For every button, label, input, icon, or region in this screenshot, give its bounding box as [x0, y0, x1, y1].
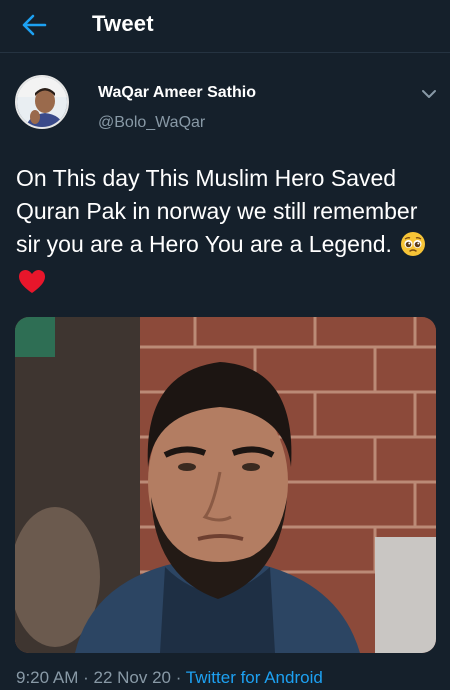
chevron-down-icon [422, 90, 436, 98]
avatar-photo [17, 77, 67, 127]
arrow-left-icon [22, 14, 47, 36]
page-title: Tweet [92, 11, 154, 36]
author-handle[interactable]: @Bolo_WaQar [98, 114, 205, 132]
pleading-face-emoji [400, 231, 426, 266]
tweet-image[interactable] [15, 317, 436, 653]
tweet-date: 22 Nov 20 [93, 668, 171, 687]
meta-separator: · [78, 668, 94, 687]
meta-separator: · [170, 668, 186, 687]
tweet-text: On This day This Muslim Hero Saved Quran… [16, 165, 418, 257]
top-bar: Tweet [0, 0, 450, 53]
tweet-time: 9:20 AM [16, 668, 79, 687]
tweet-body: On This day This Muslim Hero Saved Quran… [16, 162, 436, 304]
more-options-button[interactable] [418, 84, 440, 104]
photo-of-man [15, 317, 436, 653]
tweet-meta: 9:20 AM · 22 Nov 20 · Twitter for Androi… [16, 668, 323, 688]
author-name[interactable]: WaQar Ameer Sathio [98, 84, 256, 102]
tweet-source-link[interactable]: Twitter for Android [186, 668, 323, 687]
back-button[interactable] [16, 10, 52, 40]
avatar[interactable] [15, 75, 69, 129]
red-heart-emoji [18, 269, 46, 304]
